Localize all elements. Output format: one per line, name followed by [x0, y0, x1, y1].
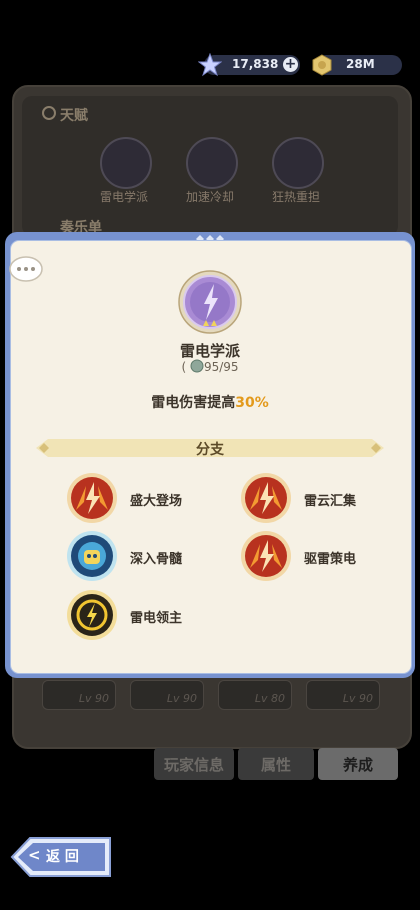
add-gems-button[interactable]: +	[283, 57, 298, 72]
modal-title: 雷电学派	[179, 342, 240, 360]
gold-lightning-circle-icon[interactable]	[66, 589, 118, 641]
tab-attributes[interactable]: 属性	[238, 748, 314, 780]
points-orb-icon	[190, 359, 204, 373]
tab-development[interactable]: 养成	[318, 748, 398, 780]
tab-player-info[interactable]: 玩家信息	[154, 748, 234, 780]
talent-icon	[42, 106, 56, 120]
points-count: 95/95	[203, 360, 239, 374]
character-card[interactable]: Lv 90	[130, 680, 204, 710]
gem-counter: 17,838 +	[198, 53, 300, 77]
character-card[interactable]: Lv 90	[42, 680, 116, 710]
lightning-fire-icon[interactable]	[66, 472, 118, 524]
branch-label: 雷电领主	[130, 611, 183, 626]
chat-icon[interactable]	[8, 255, 44, 285]
gold-count: 28M	[346, 57, 375, 71]
back-arrow-icon: <	[28, 846, 41, 864]
gold-coin-icon	[312, 54, 332, 76]
branch-label: 雷云汇集	[304, 494, 357, 509]
blue-lightning-skull-icon[interactable]	[66, 530, 118, 582]
star-gem-icon	[198, 53, 222, 77]
branch-label: 盛大登场	[130, 494, 183, 509]
lightning-fire-icon[interactable]	[240, 530, 292, 582]
talent-skill-thunder[interactable]	[100, 137, 152, 189]
lightning-fire-icon[interactable]	[240, 472, 292, 524]
effect-description: 雷电伤害提高30%	[60, 392, 360, 412]
talent-skill-label: 狂热重担	[271, 190, 320, 204]
branch-header: 分支	[196, 442, 224, 458]
character-card[interactable]: Lv 90	[306, 680, 380, 710]
talent-skill-label: 雷电学派	[99, 190, 148, 204]
thunder-school-icon	[178, 270, 242, 334]
talent-skill-label: 加速冷却	[185, 190, 234, 204]
talent-skill-burden[interactable]	[272, 137, 324, 189]
talent-heading: 天赋	[60, 108, 88, 124]
gem-count: 17,838	[232, 57, 279, 71]
points-counter: ( 95/95	[150, 359, 270, 374]
character-card[interactable]: Lv 80	[218, 680, 292, 710]
branch-label: 深入骨髓	[130, 552, 183, 567]
paren-open: (	[181, 360, 187, 374]
gold-counter: 28M	[312, 54, 402, 76]
branch-label: 驱雷策电	[304, 552, 357, 567]
talent-skill-cooldown[interactable]	[186, 137, 238, 189]
back-button-label: 返 回	[46, 849, 79, 865]
effect-text: 雷电伤害提高	[151, 395, 236, 411]
effect-value: 30%	[235, 395, 269, 411]
